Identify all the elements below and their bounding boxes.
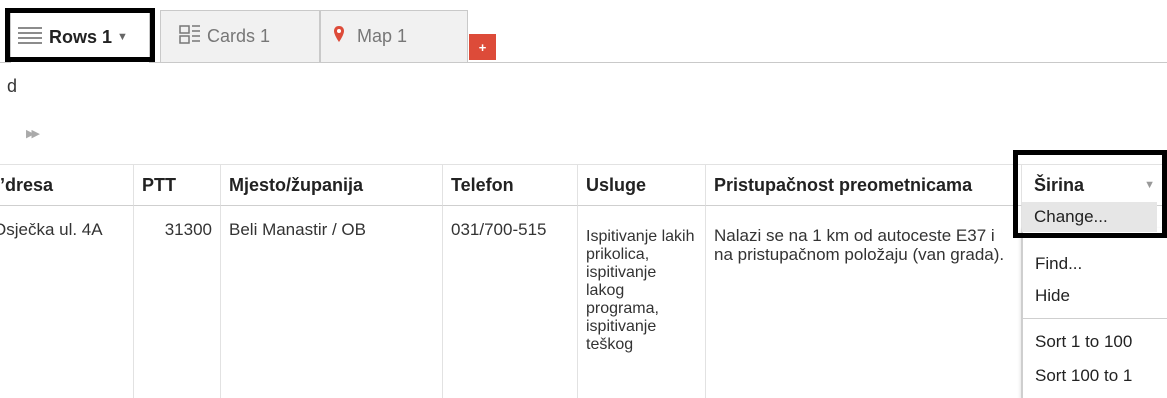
- tab-map[interactable]: Map 1: [320, 10, 468, 62]
- tab-rows-label: Rows 1: [49, 26, 113, 47]
- tab-cards[interactable]: Cards 1: [160, 10, 320, 62]
- map-pin-icon: [333, 25, 345, 48]
- column-header-mjesto[interactable]: Mjesto/županija: [221, 164, 443, 206]
- table-cell-usluge: Ispitivanje lakih prikolica, ispitivanje…: [578, 206, 706, 398]
- column-menu: Find... Hide Sort 1 to 100 Sort 100 to 1: [1022, 228, 1167, 398]
- tab-cards-label: Cards 1: [207, 26, 271, 46]
- menu-divider: [1023, 318, 1167, 319]
- chevron-down-icon[interactable]: ▼: [117, 31, 128, 43]
- menu-item-sort-desc[interactable]: Sort 100 to 1: [1035, 366, 1132, 386]
- menu-item-find[interactable]: Find...: [1035, 254, 1082, 274]
- truncated-text: d: [7, 76, 18, 96]
- menu-item-change[interactable]: Change...: [1022, 202, 1157, 232]
- double-chevron-right-icon[interactable]: ▶▶: [26, 127, 40, 140]
- column-header-ptt[interactable]: PTT: [134, 164, 221, 206]
- chevron-down-icon[interactable]: ▼: [1144, 179, 1155, 191]
- table-cell-adresa: Osječka ul. 4A: [0, 206, 134, 398]
- table-cell-telefon: 031/700-515: [443, 206, 578, 398]
- tab-bar-divider: [0, 62, 1167, 63]
- cards-icon: [179, 24, 201, 49]
- column-header-adresa[interactable]: ’dresa: [0, 164, 134, 206]
- menu-item-hide[interactable]: Hide: [1035, 286, 1070, 306]
- table-cell-mjesto: Beli Manastir / OB: [221, 206, 443, 398]
- column-header-sirina[interactable]: Širina ▼: [1022, 164, 1167, 206]
- add-tab-button[interactable]: +: [469, 34, 496, 60]
- table-cell-ptt: 31300: [134, 206, 221, 398]
- menu-item-sort-asc[interactable]: Sort 1 to 100: [1035, 332, 1132, 352]
- tab-map-label: Map 1: [357, 26, 408, 46]
- column-header-usluge[interactable]: Usluge: [578, 164, 706, 206]
- column-header-sirina-label: Širina: [1034, 174, 1085, 195]
- tab-rows[interactable]: Rows 1 ▼: [10, 10, 150, 63]
- column-header-telefon[interactable]: Telefon: [443, 164, 578, 206]
- table-cell-pristupacnost: Nalazi se na 1 km od autoceste E37 i na …: [706, 206, 1022, 398]
- rows-icon: [17, 25, 43, 50]
- column-header-pristupacnost[interactable]: Pristupačnost preometnicama: [706, 164, 1022, 206]
